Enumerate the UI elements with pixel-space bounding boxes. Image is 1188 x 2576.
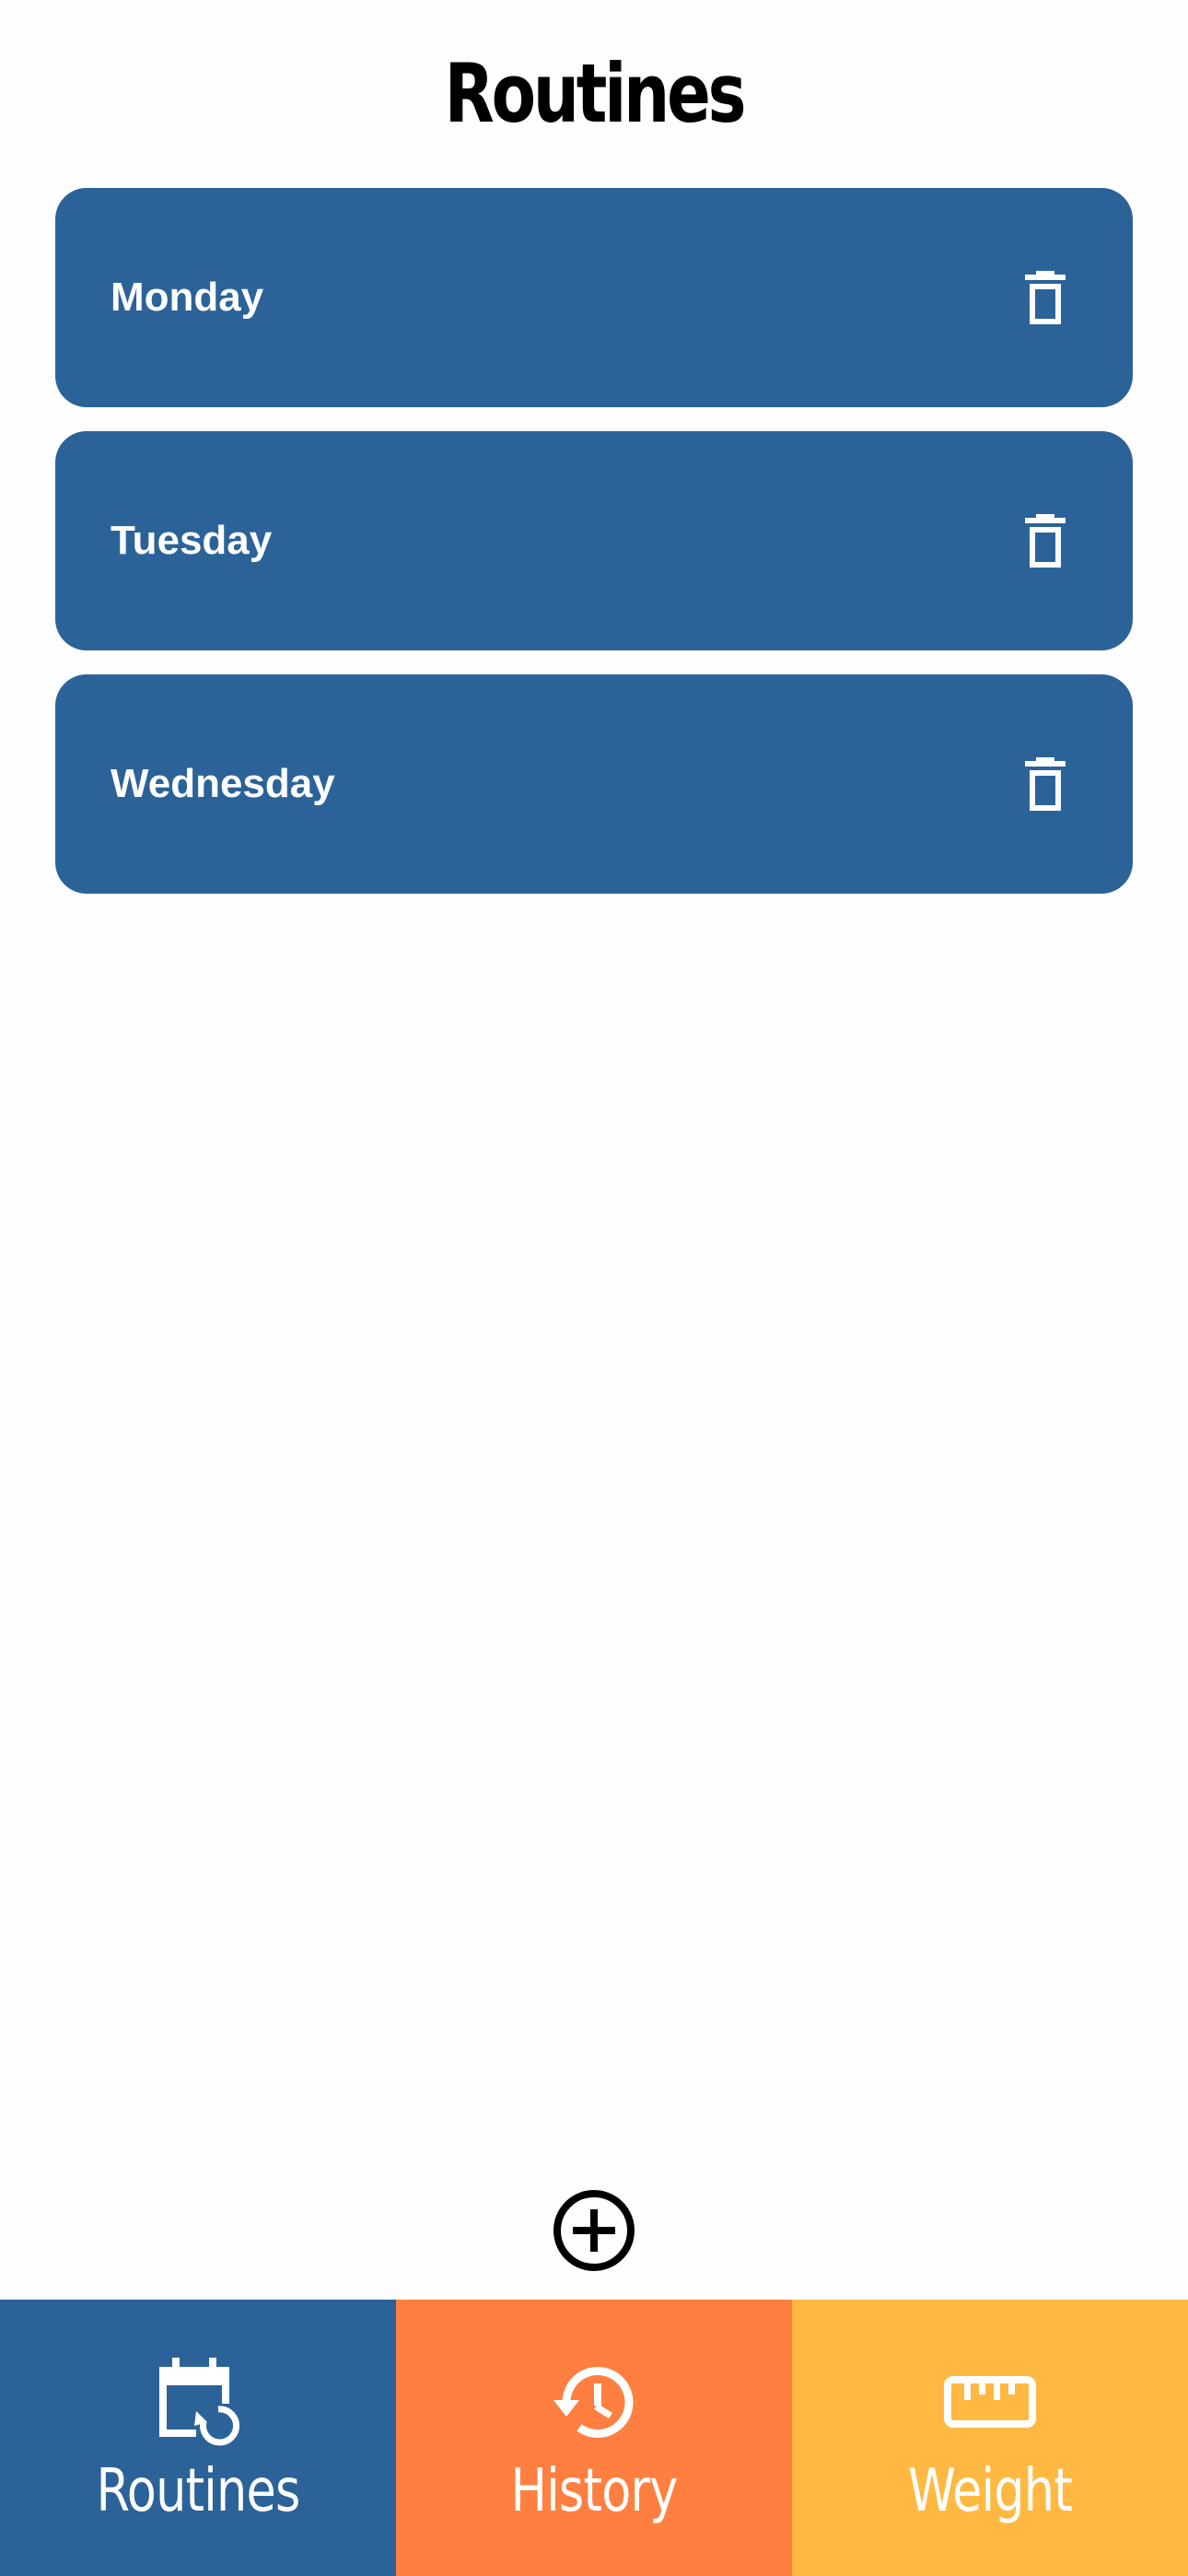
trash-icon [1025, 271, 1066, 324]
history-clock-icon [543, 2351, 645, 2453]
routine-list: Monday Tuesday Wednesday [55, 188, 1133, 918]
routine-card-monday[interactable]: Monday [55, 188, 1133, 407]
tab-weight[interactable]: Weight [792, 2300, 1188, 2576]
delete-routine-button[interactable] [1013, 752, 1077, 816]
delete-routine-button[interactable] [1013, 509, 1077, 573]
tab-label: Weight [908, 2457, 1073, 2525]
delete-routine-button[interactable] [1013, 265, 1077, 330]
routine-name: Tuesday [111, 518, 273, 563]
tab-label: History [510, 2457, 679, 2525]
ruler-icon [939, 2351, 1041, 2453]
tab-history[interactable]: History [396, 2300, 792, 2576]
trash-icon [1025, 757, 1066, 811]
tab-label: Routines [96, 2457, 301, 2525]
plus-circle-icon [553, 2190, 635, 2271]
trash-icon [1025, 514, 1066, 568]
routine-card-tuesday[interactable]: Tuesday [55, 431, 1133, 650]
routine-name: Monday [111, 275, 264, 320]
routine-name: Wednesday [111, 761, 335, 806]
tab-routines[interactable]: Routines [0, 2300, 396, 2576]
bottom-tab-bar: Routines History Weight [0, 2300, 1188, 2576]
page-title: Routines [444, 46, 747, 141]
routine-card-wednesday[interactable]: Wednesday [55, 674, 1133, 894]
calendar-refresh-icon [147, 2351, 249, 2453]
routines-screen: Routines Monday Tuesday Wednesday Routin… [0, 0, 1188, 2576]
add-routine-button[interactable] [553, 2189, 635, 2272]
